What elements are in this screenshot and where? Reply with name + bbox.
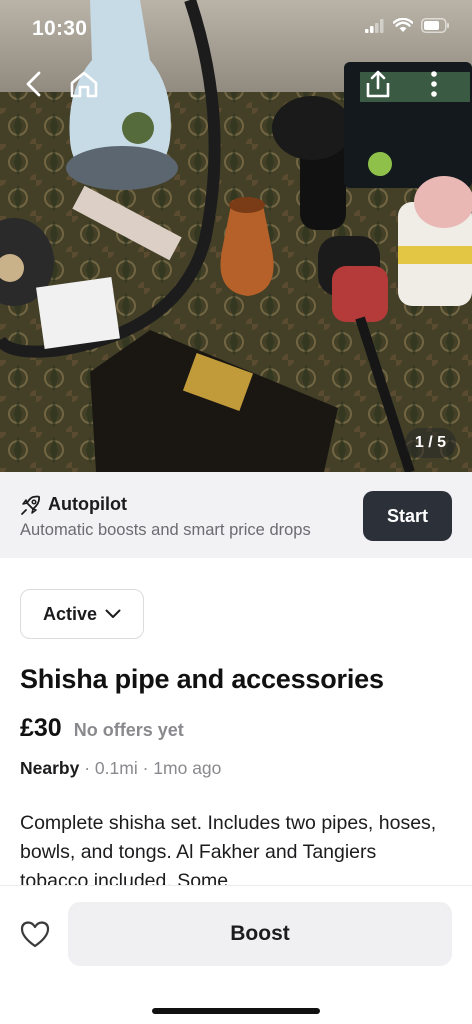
location-label: Nearby <box>20 758 80 778</box>
meta-separator: · <box>142 758 154 778</box>
photo-toolbar <box>0 62 472 106</box>
autopilot-start-button[interactable]: Start <box>363 491 452 541</box>
meta-separator: · <box>84 758 95 778</box>
wifi-icon <box>393 18 413 32</box>
back-icon <box>26 71 41 97</box>
rocket-icon <box>21 495 41 515</box>
signal-icon <box>365 18 384 33</box>
autopilot-subtitle: Automatic boosts and smart price drops <box>20 521 311 539</box>
listing-title: Shisha pipe and accessories <box>20 664 384 694</box>
back-button[interactable] <box>12 62 56 106</box>
more-options-button[interactable] <box>412 62 456 106</box>
home-button[interactable] <box>62 62 106 106</box>
listing-status-dropdown[interactable]: Active <box>20 589 144 639</box>
share-icon <box>366 70 390 98</box>
share-button[interactable] <box>356 62 400 106</box>
age-label: 1mo ago <box>153 758 222 778</box>
listing-meta: Nearby · 0.1mi · 1mo ago <box>20 758 221 779</box>
status-time: 10:30 <box>32 17 88 40</box>
boost-button[interactable]: Boost <box>68 902 452 966</box>
status-icons <box>365 18 450 33</box>
home-indicator <box>152 1008 320 1014</box>
listing-photo[interactable]: 10:30 1 / 5 <box>0 0 472 472</box>
listing-description: Complete shisha set. Includes two pipes,… <box>20 812 437 885</box>
offers-status: No offers yet <box>73 720 184 740</box>
listing-price: £30 <box>20 714 62 742</box>
bottom-action-bar: Boost <box>0 885 472 1024</box>
status-bar: 10:30 <box>0 0 472 58</box>
listing-status-label: Active <box>42 603 98 624</box>
photo-counter: 1 / 5 <box>404 428 456 458</box>
chevron-down-icon <box>105 609 121 618</box>
heart-icon[interactable] <box>20 920 50 948</box>
price-row: £30 No offers yet <box>20 714 184 743</box>
distance-label: 0.1mi <box>94 758 138 778</box>
home-icon <box>70 71 98 98</box>
more-icon <box>431 71 437 97</box>
battery-icon <box>421 18 449 33</box>
autopilot-title: Autopilot <box>48 494 127 514</box>
